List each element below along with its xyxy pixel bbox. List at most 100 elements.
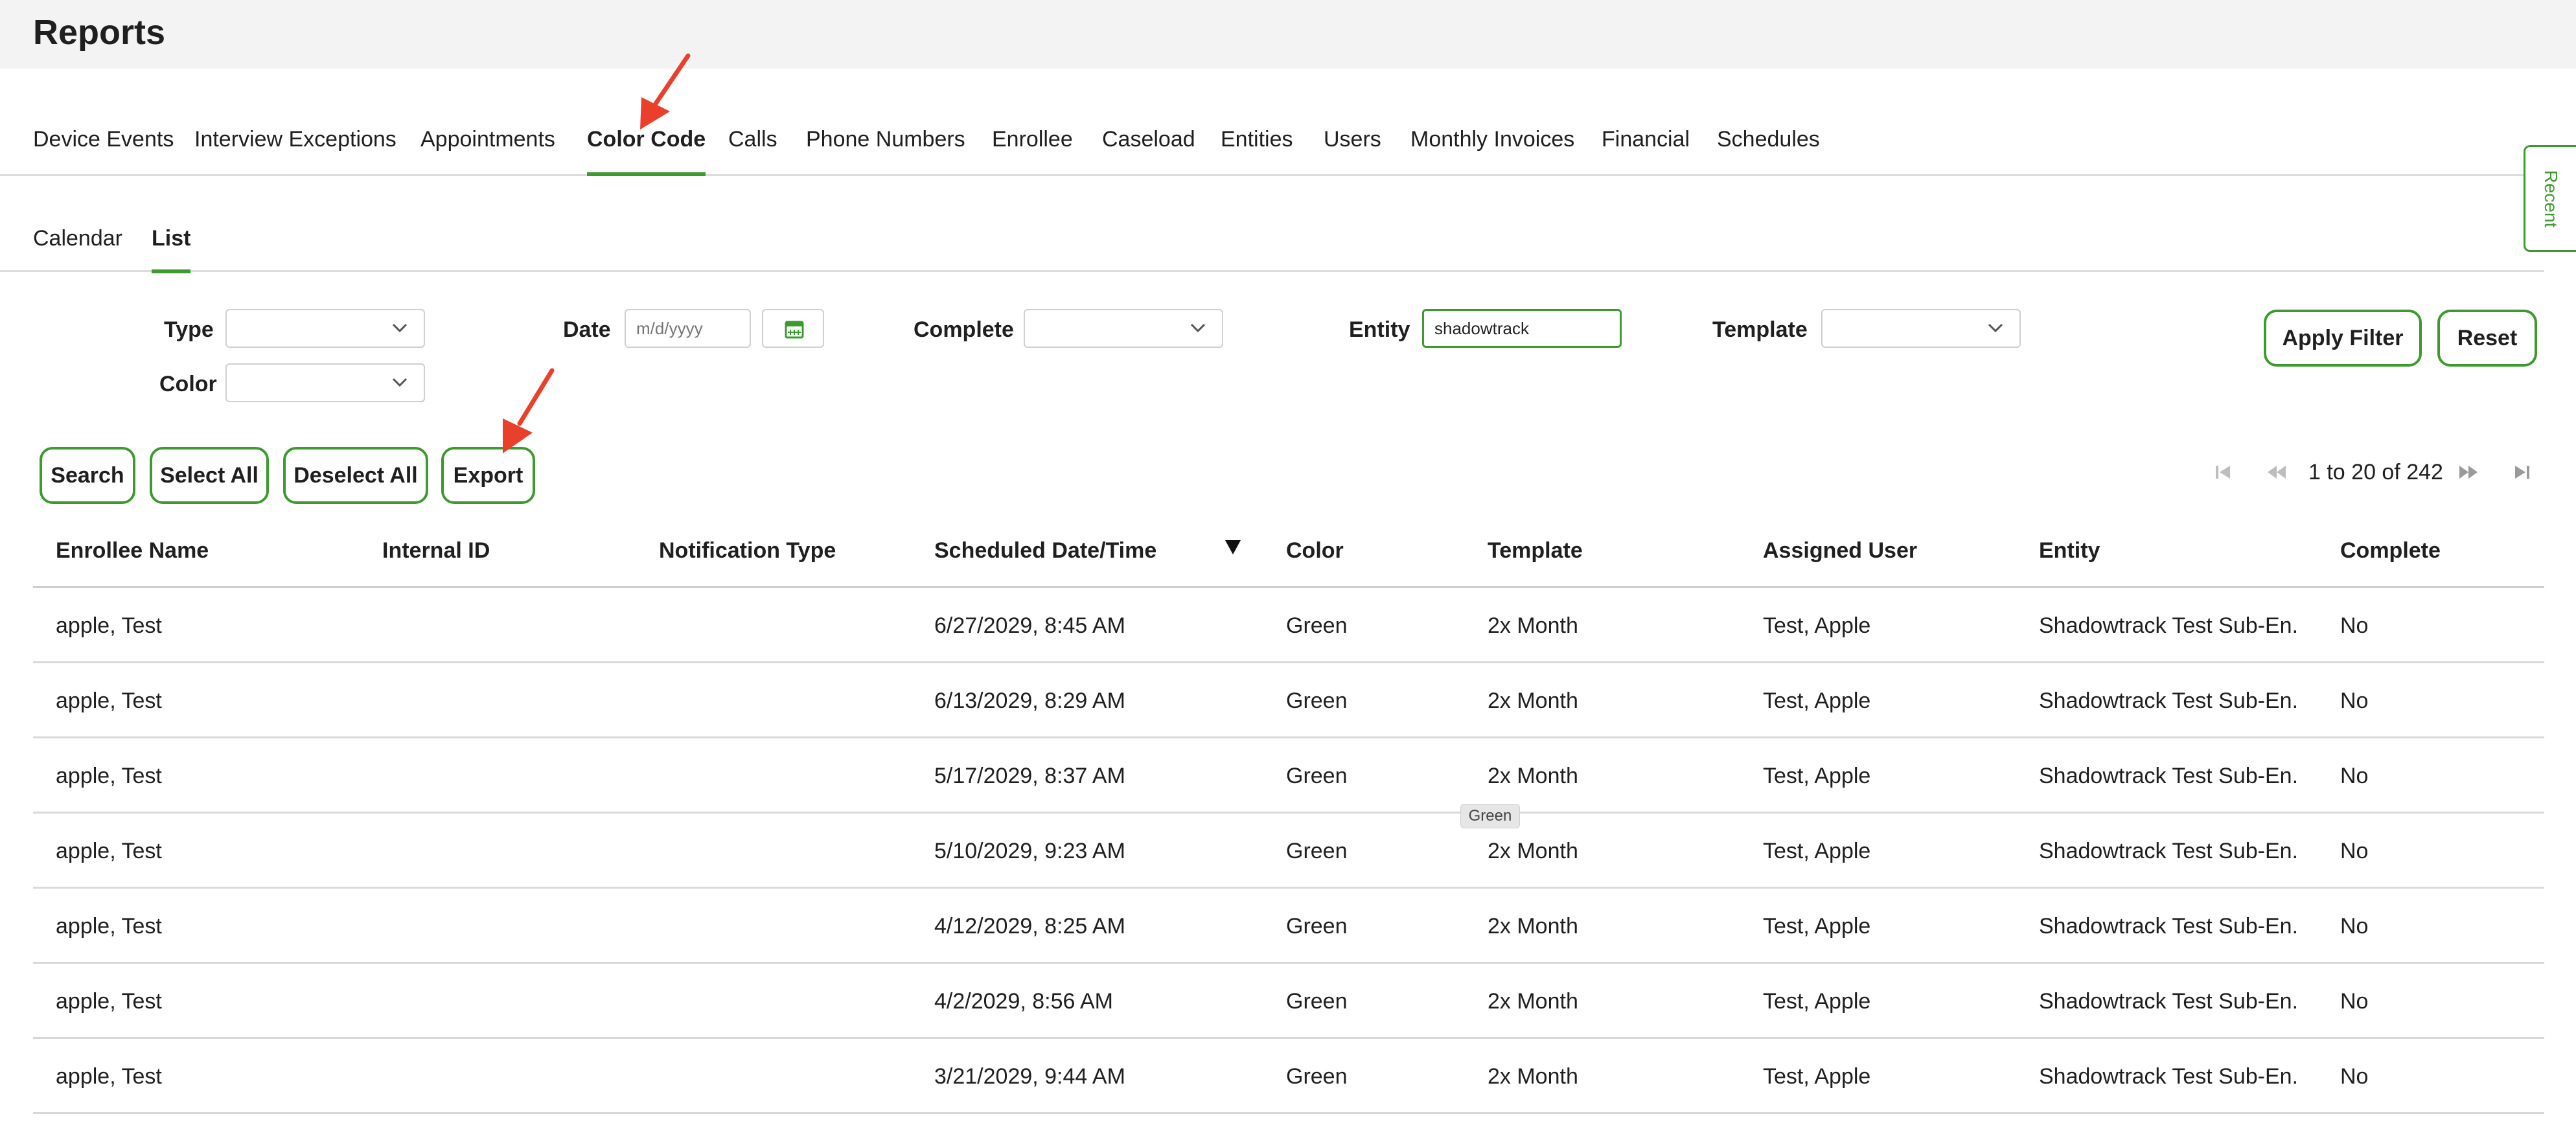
cell-complete: No: [2340, 1064, 2369, 1089]
cell-color: Green: [1286, 1064, 1348, 1089]
complete-select[interactable]: [1024, 309, 1223, 348]
cell-color: Green: [1286, 764, 1348, 788]
cell-scheduled-date-time: 6/13/2029, 8:29 AM: [934, 689, 1125, 713]
entity-label: Entity: [1349, 317, 1410, 342]
cell-assigned-user: Test, Apple: [1763, 839, 1871, 863]
cell-template: 2x Month: [1488, 613, 1578, 638]
cell-enrollee-name: apple, Test: [56, 1064, 162, 1089]
type-select[interactable]: [225, 309, 425, 348]
tab-appointments[interactable]: Appointments: [420, 118, 555, 161]
date-label: Date: [563, 317, 611, 342]
cell-color: Green: [1286, 839, 1348, 863]
entity-input[interactable]: [1422, 309, 1622, 348]
cell-assigned-user: Test, Apple: [1763, 989, 1871, 1014]
cell-complete: No: [2340, 764, 2369, 788]
table-row[interactable]: apple, Test 6/27/2029, 8:45 AM Green 2x Mon…: [33, 588, 2544, 663]
cell-color: Green: [1286, 989, 1348, 1014]
cell-scheduled-date-time: 5/17/2029, 8:37 AM: [934, 764, 1125, 788]
cell-color: Green: [1286, 914, 1348, 939]
cell-template: 2x Month: [1488, 839, 1578, 863]
cell-scheduled-date-time: 3/21/2029, 9:44 AM: [934, 1064, 1125, 1089]
tab-users[interactable]: Users: [1324, 118, 1381, 161]
cell-assigned-user: Test, Apple: [1763, 764, 1871, 788]
cell-template: 2x Month: [1488, 989, 1578, 1014]
chevron-down-icon: [1190, 323, 1206, 333]
table-row[interactable]: apple, Test 3/21/2029, 9:44 AM Green 2x Mon…: [33, 1039, 2544, 1114]
cell-scheduled-date-time: 4/2/2029, 8:56 AM: [934, 989, 1113, 1014]
last-page-icon[interactable]: [2509, 456, 2535, 488]
tab-schedules[interactable]: Schedules: [1717, 118, 1820, 161]
table-header: Enrollee Name Internal ID Notification T…: [33, 513, 2544, 588]
date-input[interactable]: [625, 309, 751, 348]
color-code-table: Enrollee Name Internal ID Notification T…: [33, 513, 2544, 1114]
complete-label: Complete: [914, 317, 1014, 342]
report-tabs: Device Events Interview Exceptions Appoi…: [0, 118, 2544, 176]
cell-color: Green: [1286, 613, 1348, 638]
table-body: apple, Test 6/27/2029, 8:45 AM Green 2x Mon…: [33, 588, 2544, 1114]
chevron-down-icon: [1988, 323, 2003, 333]
previous-page-icon[interactable]: [2264, 456, 2290, 488]
tab-color-code[interactable]: Color Code: [587, 118, 706, 176]
annotation-arrow-export: [503, 368, 555, 453]
cell-complete: No: [2340, 914, 2369, 939]
table-row[interactable]: apple, Test 4/12/2029, 8:25 AM Green 2x Mon…: [33, 889, 2544, 964]
cell-entity: Shadowtrack Test Sub-En...: [2039, 989, 2298, 1014]
cell-entity: Shadowtrack Test Sub-En...: [2039, 1064, 2298, 1089]
cell-complete: No: [2340, 839, 2369, 863]
cell-enrollee-name: apple, Test: [56, 613, 162, 638]
table-row[interactable]: apple, Test 5/10/2029, 9:23 AM Green 2x Mon…: [33, 814, 2544, 889]
first-page-icon[interactable]: [2211, 456, 2237, 488]
cell-entity: Shadowtrack Test Sub-En...: [2039, 613, 2298, 638]
cell-enrollee-name: apple, Test: [56, 764, 162, 788]
cell-assigned-user: Test, Apple: [1763, 914, 1871, 939]
pagination: 1 to 20 of 242: [0, 456, 2576, 488]
tab-monthly-invoices[interactable]: Monthly Invoices: [1410, 118, 1574, 161]
chevron-down-icon: [392, 378, 408, 387]
table-row[interactable]: apple, Test 5/17/2029, 8:37 AM Green 2x Mon…: [33, 738, 2544, 814]
table-row[interactable]: apple, Test 4/2/2029, 8:56 AM Green 2x Mont…: [33, 964, 2544, 1039]
reset-button[interactable]: Reset: [2437, 310, 2537, 367]
column-header-notification-type[interactable]: Notification Type: [659, 513, 836, 588]
cell-complete: No: [2340, 989, 2369, 1014]
color-select[interactable]: [225, 363, 425, 402]
recent-side-tab[interactable]: Recent: [2524, 145, 2576, 252]
column-header-assigned-user[interactable]: Assigned User: [1763, 513, 1917, 588]
table-row[interactable]: apple, Test 6/13/2029, 8:29 AM Green 2x Mon…: [33, 663, 2544, 738]
column-header-complete[interactable]: Complete: [2340, 513, 2441, 588]
tab-caseload[interactable]: Caseload: [1102, 118, 1195, 161]
column-header-template[interactable]: Template: [1488, 513, 1583, 588]
color-label: Color: [159, 372, 217, 396]
cell-color: Green: [1286, 689, 1348, 713]
recent-label: Recent: [2541, 170, 2561, 227]
cell-template: 2x Month: [1488, 764, 1578, 788]
column-header-internal-id[interactable]: Internal ID: [382, 513, 490, 588]
column-header-entity[interactable]: Entity: [2039, 513, 2100, 588]
cell-assigned-user: Test, Apple: [1763, 689, 1871, 713]
tab-enrollee[interactable]: Enrollee: [992, 118, 1073, 161]
tab-interview-exceptions[interactable]: Interview Exceptions: [194, 118, 397, 161]
tab-device-events[interactable]: Device Events: [33, 118, 174, 161]
cell-entity: Shadowtrack Test Sub-En...: [2039, 689, 2298, 713]
column-header-enrollee-name[interactable]: Enrollee Name: [56, 513, 209, 588]
column-header-color[interactable]: Color: [1286, 513, 1344, 588]
cell-template: 2x Month: [1488, 1064, 1578, 1089]
view-subtabs: Calendar List: [0, 214, 2544, 273]
cell-scheduled-date-time: 6/27/2029, 8:45 AM: [934, 613, 1125, 638]
type-label: Type: [164, 317, 214, 342]
subtab-calendar[interactable]: Calendar: [33, 219, 122, 258]
column-header-scheduled-date-time[interactable]: Scheduled Date/Time: [934, 513, 1156, 588]
tab-financial[interactable]: Financial: [1602, 118, 1690, 161]
template-select[interactable]: [1821, 309, 2021, 348]
apply-filter-button[interactable]: Apply Filter: [2264, 310, 2422, 367]
next-page-icon[interactable]: [2455, 456, 2481, 488]
top-bar: Reports: [0, 0, 2576, 69]
cell-scheduled-date-time: 4/12/2029, 8:25 AM: [934, 914, 1125, 939]
tab-entities[interactable]: Entities: [1221, 118, 1293, 161]
color-tooltip: Green: [1460, 804, 1520, 828]
cell-entity: Shadowtrack Test Sub-En...: [2039, 914, 2298, 939]
tab-calls[interactable]: Calls: [728, 118, 777, 161]
tab-phone-numbers[interactable]: Phone Numbers: [806, 118, 965, 161]
subtab-list[interactable]: List: [152, 219, 191, 273]
sort-descending-icon[interactable]: [1224, 538, 1242, 557]
calendar-button[interactable]: [762, 309, 824, 348]
